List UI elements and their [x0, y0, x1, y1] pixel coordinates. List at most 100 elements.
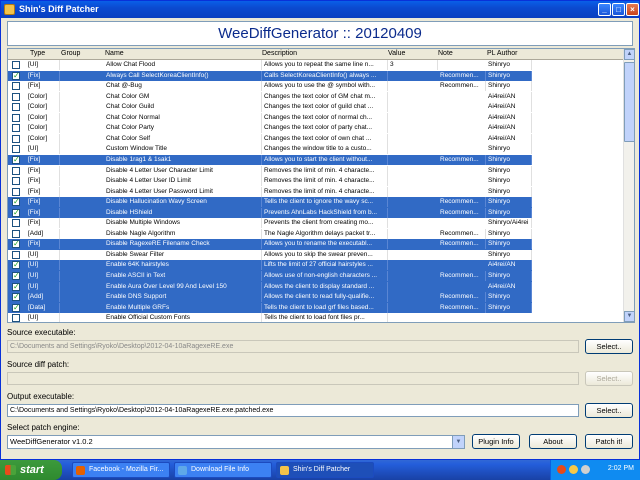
taskbar-item-firefox[interactable]: Facebook - Mozilla Fir... — [72, 462, 170, 478]
row-checkbox[interactable] — [12, 155, 20, 165]
row-checkbox[interactable] — [12, 177, 20, 186]
taskbar-item-diff-patcher[interactable]: Shin's Diff Patcher — [276, 462, 374, 478]
title-bar[interactable]: Shin's Diff Patcher _ □ × — [1, 1, 639, 18]
taskbar-item-download[interactable]: Download File Info — [174, 462, 272, 478]
row-checkbox[interactable] — [12, 239, 20, 249]
table-row[interactable]: [Fix] Disable RagexeRE Filename CheckAllo… — [8, 239, 532, 250]
cell-author: Shinryo — [486, 292, 532, 303]
row-checkbox[interactable] — [12, 82, 20, 91]
table-row[interactable]: [UI] Enable Official Custom Fonts Tells th… — [8, 313, 532, 322]
cell-desc: Prevents AhnLabs HackShield from b... — [262, 207, 388, 218]
col-value[interactable]: Value — [388, 50, 405, 57]
table-row[interactable]: [Add] Enable DNS SupportAllows the client… — [8, 292, 532, 303]
source-exe-field[interactable]: C:\Documents and Settings\Ryoko\Desktop\… — [7, 340, 579, 353]
cell-author: Shinryo — [486, 144, 532, 155]
row-checkbox[interactable] — [12, 187, 20, 196]
table-row[interactable]: [Color] Chat Color Self Changes the text c… — [8, 133, 532, 145]
cell-desc: Tells the client to ignore the wavy sc..… — [262, 197, 388, 208]
cell-type: [Fix] — [26, 70, 60, 81]
table-row[interactable]: [Fix] Disable 1rag1 & 1sak1Allows you to … — [8, 154, 532, 166]
cell-name: Chat @-Bug — [104, 81, 262, 92]
table-row[interactable]: [Color] Chat Color GM Changes the text col… — [8, 91, 532, 103]
about-button[interactable]: About — [529, 434, 577, 449]
table-row[interactable]: [Fix] Disable HShieldPrevents AhnLabs Hac… — [8, 207, 532, 219]
row-checkbox[interactable] — [12, 303, 20, 313]
row-checkbox[interactable] — [12, 229, 20, 238]
plugin-info-button[interactable]: Plugin Info — [472, 434, 520, 449]
col-author[interactable]: PL Author — [487, 50, 518, 57]
table-row[interactable]: [Fix] Disable Hallucination Wavy ScreenTe… — [8, 197, 532, 208]
table-row[interactable]: [Color] Chat Color Guild Changes the text … — [8, 102, 532, 113]
source-diff-select-button[interactable]: Select.. — [585, 371, 633, 386]
row-checkbox[interactable] — [12, 314, 20, 322]
row-checkbox[interactable] — [12, 113, 20, 122]
table-row[interactable]: [Fix] Chat @-Bug Allows you to use the @ s… — [8, 81, 532, 92]
tray-antivirus-icon[interactable] — [557, 465, 566, 474]
chevron-down-icon[interactable]: ▼ — [452, 436, 464, 448]
source-exe-select-button[interactable]: Select.. — [585, 339, 633, 354]
row-checkbox[interactable] — [12, 250, 20, 259]
row-checkbox[interactable] — [12, 219, 20, 228]
scroll-thumb[interactable] — [624, 62, 634, 142]
patcher-icon — [280, 466, 289, 475]
col-name[interactable]: Name — [105, 50, 124, 57]
patch-button[interactable]: Patch it! — [585, 434, 633, 449]
row-checkbox[interactable] — [12, 260, 20, 270]
tray-volume-icon[interactable] — [581, 465, 590, 474]
table-row[interactable]: [UI] Allow Chat Flood Allows you to repeat… — [8, 60, 532, 71]
row-checkbox[interactable] — [12, 292, 20, 302]
source-diff-field[interactable] — [7, 372, 579, 385]
table-row[interactable]: [Fix] Disable 4 Letter User ID Limit Remov… — [8, 176, 532, 187]
table-row[interactable]: [Fix] Always Call SelectKoreaClientInfo()… — [8, 70, 532, 82]
cell-author: Shinryo — [486, 302, 532, 313]
cell-name: Chat Color Normal — [104, 112, 262, 123]
table-row[interactable]: [UI] Custom Window Title Changes the windo… — [8, 144, 532, 155]
row-checkbox[interactable] — [12, 208, 20, 218]
app-window: Shin's Diff Patcher _ □ × WeeDiffGenerat… — [0, 0, 640, 460]
scroll-down-icon[interactable]: ▼ — [624, 311, 634, 322]
minimize-button[interactable]: _ — [598, 3, 611, 16]
row-checkbox[interactable] — [12, 134, 20, 143]
patch-grid[interactable]: Type Group Name Description Value Note P… — [7, 48, 635, 323]
row-checkbox[interactable] — [12, 145, 20, 154]
table-row[interactable]: [Add] Disable Nagle Algorithm The Nagle Al… — [8, 228, 532, 240]
cell-type: [UI] — [26, 60, 60, 70]
table-row[interactable]: [UI] Enable Aura Over Level 99 And Level … — [8, 281, 532, 293]
table-row[interactable]: [Fix] Disable Multiple Windows Prevents th… — [8, 218, 532, 229]
cell-value: 3 — [388, 60, 438, 70]
maximize-button[interactable]: □ — [612, 3, 625, 16]
table-row[interactable]: [Color] Chat Color Party Changes the text … — [8, 123, 532, 134]
tray-network-icon[interactable] — [569, 465, 578, 474]
row-checkbox[interactable] — [12, 197, 20, 207]
table-row[interactable]: [Color] Chat Color Normal Changes the text… — [8, 112, 532, 124]
output-exe-field[interactable]: C:\Documents and Settings\Ryoko\Desktop\… — [7, 404, 579, 417]
row-checkbox[interactable] — [12, 271, 20, 281]
table-row[interactable]: [UI] Enable ASCII in TextAllows use of no… — [8, 271, 532, 282]
col-type[interactable]: Type — [30, 50, 45, 57]
cell-author: Ai4rei/AN — [486, 133, 532, 144]
col-group[interactable]: Group — [61, 50, 80, 57]
col-description[interactable]: Description — [262, 50, 297, 57]
row-checkbox[interactable] — [12, 282, 20, 292]
engine-select[interactable]: WeeDiffGenerator v1.0.2 ▼ — [7, 435, 465, 449]
row-checkbox[interactable] — [12, 92, 20, 101]
col-note[interactable]: Note — [438, 50, 453, 57]
row-checkbox[interactable] — [12, 61, 20, 69]
start-button[interactable]: start — [0, 460, 62, 480]
scroll-up-icon[interactable]: ▲ — [624, 49, 634, 60]
table-row[interactable]: [UI] Disable Swear Filter Allows you to sk… — [8, 249, 532, 261]
row-checkbox[interactable] — [12, 71, 20, 81]
close-button[interactable]: × — [626, 3, 639, 16]
table-row[interactable]: [Fix] Disable 4 Letter User Character Lim… — [8, 165, 532, 177]
row-checkbox[interactable] — [12, 103, 20, 112]
row-checkbox[interactable] — [12, 124, 20, 133]
table-row[interactable]: [Fix] Disable 4 Letter User Password Limi… — [8, 186, 532, 198]
table-row[interactable]: [Data] Enable Multiple GRFsTells the clie… — [8, 302, 532, 314]
table-row[interactable]: [UI] Enable 64K hairstylesLifts the limit… — [8, 260, 532, 271]
output-exe-select-button[interactable]: Select.. — [585, 403, 633, 418]
row-checkbox[interactable] — [12, 166, 20, 175]
clock[interactable]: 2:02 PM — [608, 465, 634, 472]
grid-scrollbar[interactable]: ▲ ▼ — [623, 49, 634, 322]
cell-name: Disable Multiple Windows — [104, 218, 262, 229]
source-diff-label: Source diff patch: — [7, 360, 70, 369]
